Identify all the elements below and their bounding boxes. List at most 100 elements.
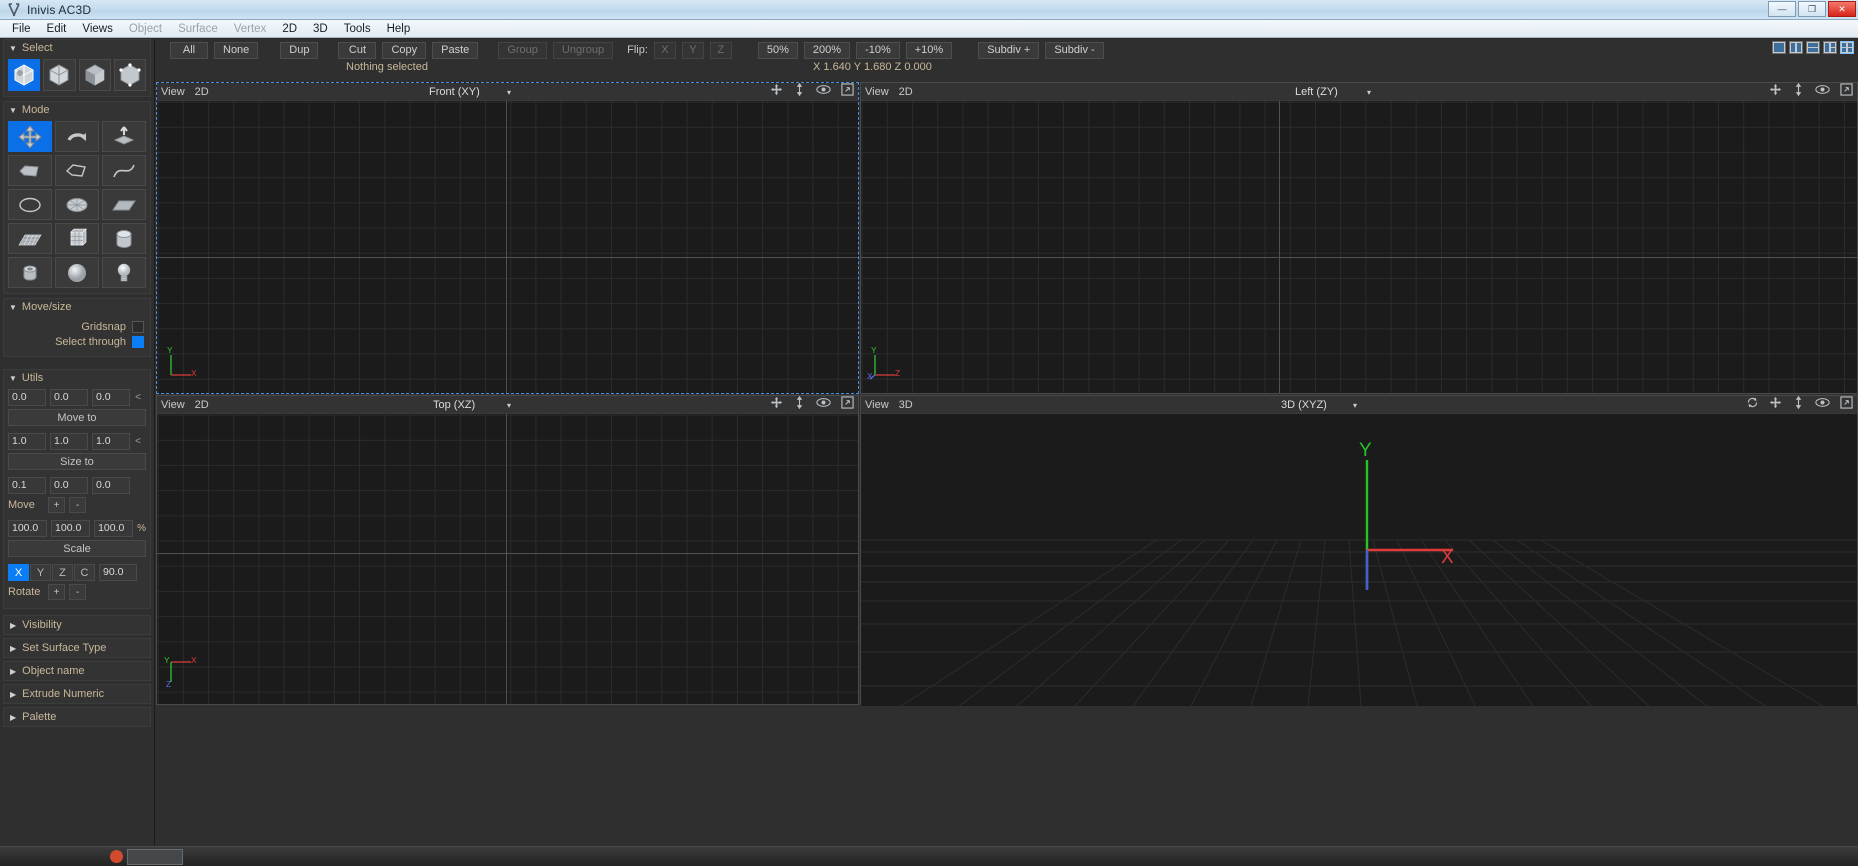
layout-quad-icon[interactable]	[1840, 41, 1854, 54]
viewport-front-projection[interactable]: Front (XY)	[429, 86, 480, 98]
toolbar-button-all[interactable]: All	[170, 42, 208, 59]
menu-item-edit[interactable]: Edit	[39, 22, 75, 36]
move-to-less-icon[interactable]: <	[134, 392, 142, 403]
pan-icon[interactable]	[1769, 83, 1782, 101]
move-step-plus-button[interactable]: +	[48, 497, 65, 513]
layout-two-horizontal-icon[interactable]	[1806, 41, 1820, 54]
plane-tool-icon[interactable]	[102, 189, 146, 220]
menu-item-tools[interactable]: Tools	[336, 22, 379, 36]
taskbar-item[interactable]	[127, 849, 183, 865]
viewport-top-projection[interactable]: Top (XZ)	[433, 399, 475, 411]
extrude-tool-icon[interactable]	[102, 121, 146, 152]
toolbar-button-dup[interactable]: Dup	[280, 42, 318, 59]
mesh-grid-icon[interactable]	[8, 223, 52, 254]
box-subdiv-icon[interactable]	[55, 223, 99, 254]
refresh-icon[interactable]	[1746, 396, 1759, 414]
panel-move-size-header[interactable]: ▼ Move/size	[4, 299, 150, 315]
viewport-3d-mode-label[interactable]: 3D	[899, 399, 913, 411]
size-to-z-input[interactable]: 1.0	[92, 433, 130, 450]
toolbar-button-none[interactable]: None	[214, 42, 258, 59]
disc-tool-icon[interactable]	[55, 189, 99, 220]
select-group-icon[interactable]	[43, 59, 75, 91]
panel-visibility[interactable]: ▶Visibility	[3, 615, 151, 635]
viewport-left[interactable]: View 2D Left (ZY) ▾	[860, 82, 1858, 394]
rotate-axis-y-button[interactable]: Y	[30, 564, 51, 581]
eye-icon[interactable]	[816, 396, 831, 414]
select-object-icon[interactable]	[8, 59, 40, 91]
rotate-minus-button[interactable]: -	[69, 584, 86, 600]
viewport-left-projection[interactable]: Left (ZY)	[1295, 86, 1338, 98]
close-button[interactable]: ✕	[1828, 1, 1856, 17]
curve-tool-icon[interactable]	[102, 155, 146, 186]
viewport-front[interactable]: View 2D Front (XY) ▾	[156, 82, 859, 394]
scale-z-input[interactable]: 100.0	[94, 520, 133, 537]
polygon-outline-icon[interactable]	[55, 155, 99, 186]
tube-tool-icon[interactable]	[8, 257, 52, 288]
viewport-front-canvas[interactable]: Y X	[157, 101, 858, 393]
zoom-button-200[interactable]: 200%	[804, 42, 850, 59]
chevron-down-icon[interactable]: ▾	[507, 88, 511, 97]
rotate-angle-input[interactable]: 90.0	[99, 564, 137, 581]
scale-y-input[interactable]: 100.0	[51, 520, 90, 537]
maximize-icon[interactable]	[841, 396, 854, 414]
pan-icon[interactable]	[770, 83, 783, 101]
minimize-button[interactable]: —	[1768, 1, 1796, 17]
viewport-3d-projection[interactable]: 3D (XYZ)	[1281, 399, 1327, 411]
rotate-tool-icon[interactable]	[55, 121, 99, 152]
gridsnap-checkbox[interactable]	[132, 321, 144, 333]
viewport-left-mode-label[interactable]: 2D	[899, 86, 913, 98]
subdiv-button-plus[interactable]: Subdiv +	[978, 42, 1039, 59]
rotate-axis-c-button[interactable]: C	[74, 564, 95, 581]
size-to-less-icon[interactable]: <	[134, 436, 142, 447]
subdiv-button-minus[interactable]: Subdiv -	[1045, 42, 1103, 59]
move-to-x-input[interactable]: 0.0	[8, 389, 46, 406]
move-step-minus-button[interactable]: -	[69, 497, 86, 513]
eye-icon[interactable]	[1815, 396, 1830, 414]
viewport-top-mode-label[interactable]: 2D	[195, 399, 209, 411]
scale-x-input[interactable]: 100.0	[8, 520, 47, 537]
viewport-left-canvas[interactable]: Y Z X	[861, 101, 1857, 393]
layout-two-vertical-icon[interactable]	[1789, 41, 1803, 54]
viewport-3d-canvas[interactable]: Y X	[861, 414, 1857, 706]
zoom-button-minus10[interactable]: -10%	[856, 42, 900, 59]
pan-icon[interactable]	[1769, 396, 1782, 414]
sphere-tool-icon[interactable]	[55, 257, 99, 288]
select-vertex-icon[interactable]	[114, 59, 146, 91]
toolbar-button-cut[interactable]: Cut	[338, 42, 376, 59]
maximize-icon[interactable]	[841, 83, 854, 101]
zoom-icon[interactable]	[793, 83, 806, 101]
maximize-icon[interactable]	[1840, 83, 1853, 101]
menu-item-2d[interactable]: 2D	[274, 22, 305, 36]
menu-item-help[interactable]: Help	[379, 22, 419, 36]
menu-item-3d[interactable]: 3D	[305, 22, 336, 36]
panel-object-name[interactable]: ▶Object name	[3, 661, 151, 681]
pan-icon[interactable]	[770, 396, 783, 414]
viewport-top-canvas[interactable]: X Y Z	[157, 414, 858, 704]
cylinder-tool-icon[interactable]	[102, 223, 146, 254]
panel-mode-header[interactable]: ▼ Mode	[4, 102, 150, 118]
move-step-z-input[interactable]: 0.0	[92, 477, 130, 494]
eye-icon[interactable]	[816, 83, 831, 101]
chevron-down-icon[interactable]: ▾	[1353, 401, 1357, 410]
size-to-y-input[interactable]: 1.0	[50, 433, 88, 450]
layout-single-icon[interactable]	[1772, 41, 1786, 54]
toolbar-button-paste[interactable]: Paste	[432, 42, 478, 59]
toolbar-button-copy[interactable]: Copy	[382, 42, 426, 59]
panel-select-header[interactable]: ▼ Select	[4, 40, 150, 56]
viewport-left-view-label[interactable]: View	[865, 86, 889, 98]
viewport-front-view-label[interactable]: View	[161, 86, 185, 98]
zoom-icon[interactable]	[1792, 396, 1805, 414]
viewport-3d[interactable]: View 3D 3D (XYZ) ▾	[860, 395, 1858, 705]
viewport-top-view-label[interactable]: View	[161, 399, 185, 411]
panel-set-surface-type[interactable]: ▶Set Surface Type	[3, 638, 151, 658]
polygon-fill-icon[interactable]	[8, 155, 52, 186]
scale-button[interactable]: Scale	[8, 540, 146, 557]
zoom-icon[interactable]	[793, 396, 806, 414]
rotate-axis-z-button[interactable]: Z	[52, 564, 73, 581]
select-surface-icon[interactable]	[79, 59, 111, 91]
move-to-button[interactable]: Move to	[8, 409, 146, 426]
panel-extrude-numeric[interactable]: ▶Extrude Numeric	[3, 684, 151, 704]
rotate-plus-button[interactable]: +	[48, 584, 65, 600]
chevron-down-icon[interactable]: ▾	[1367, 88, 1371, 97]
zoom-button-10[interactable]: +10%	[906, 42, 952, 59]
